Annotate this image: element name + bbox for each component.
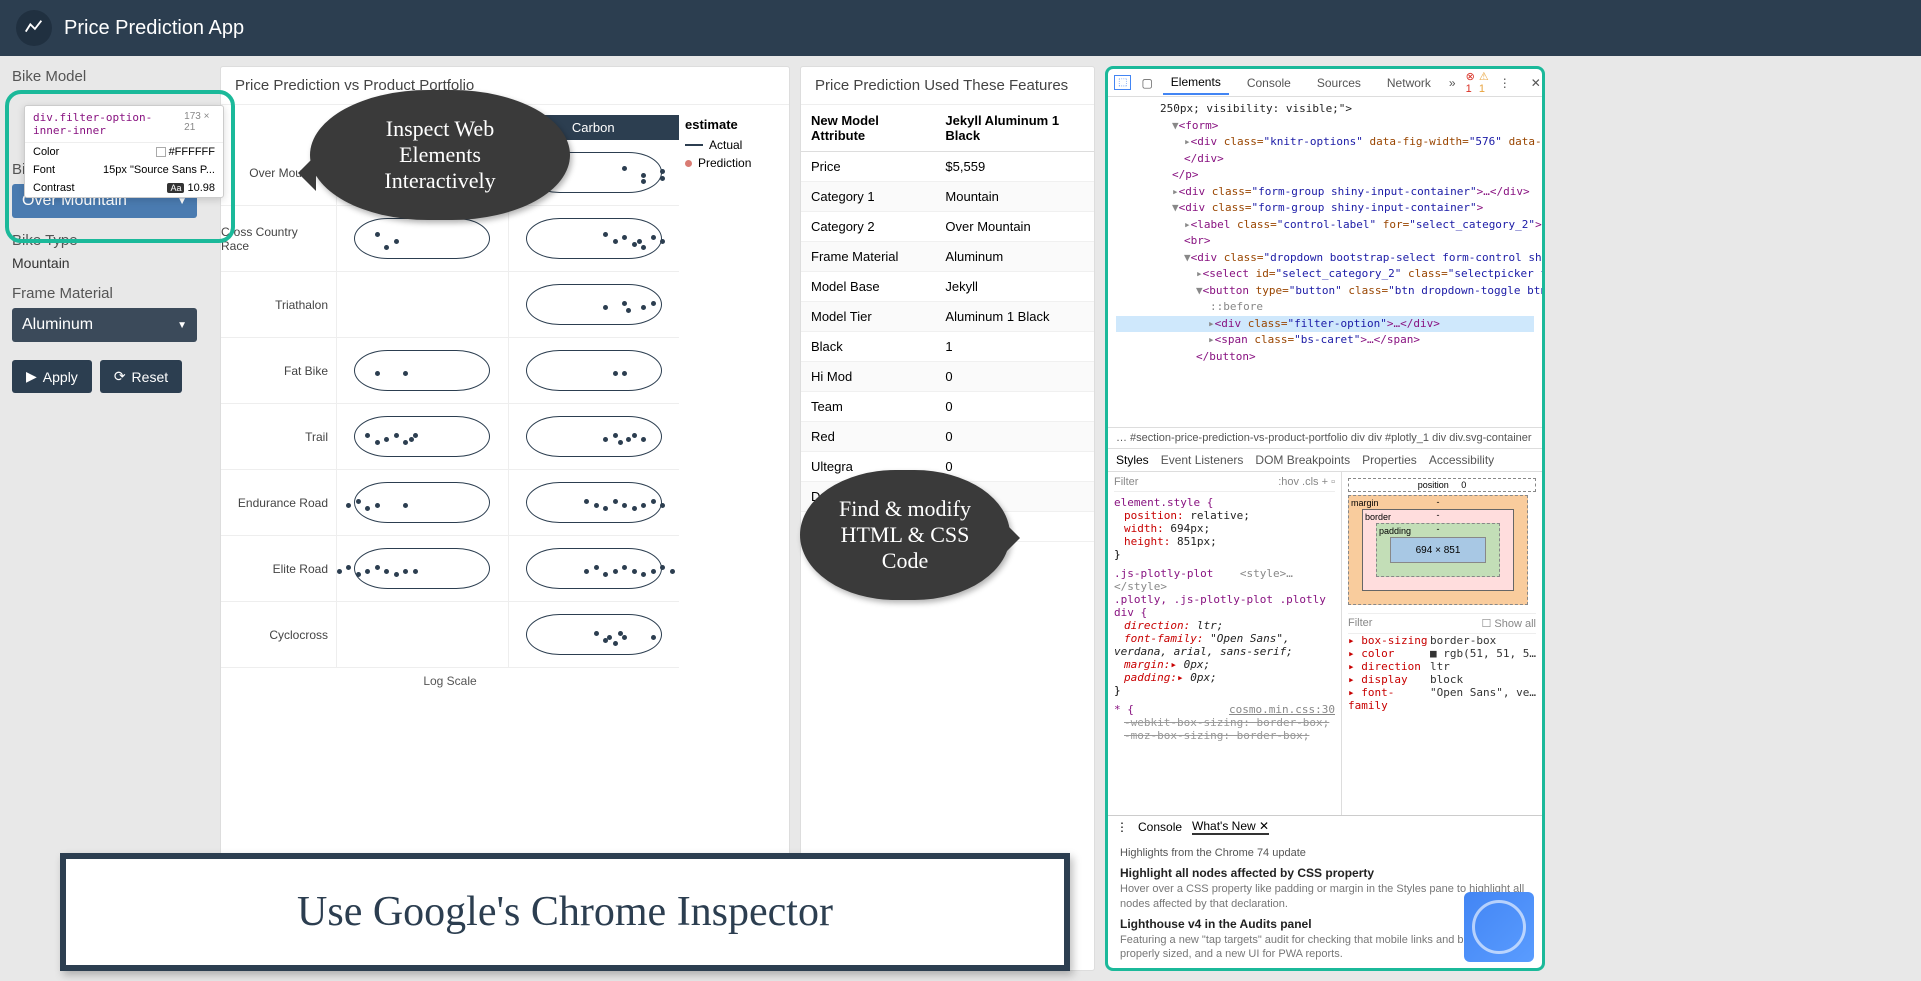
- x-axis-label: Log Scale: [221, 668, 679, 694]
- tab-elements[interactable]: Elements: [1163, 71, 1229, 95]
- table-row: Category 2Over Mountain: [801, 212, 1094, 242]
- chart-legend: estimate Actual Prediction: [679, 105, 789, 970]
- subtab-properties[interactable]: Properties: [1362, 453, 1417, 467]
- table-row: Team0: [801, 392, 1094, 422]
- box-model: margin- border- padding- 694 × 851: [1348, 495, 1528, 605]
- tab-sources[interactable]: Sources: [1309, 72, 1369, 94]
- table-row: Price$5,559: [801, 152, 1094, 182]
- chart-row-label: Elite Road: [221, 536, 336, 601]
- annotation-bubble-modify: Find & modify HTML & CSS Code: [800, 470, 1010, 600]
- whats-new-panel: Highlights from the Chrome 74 update Hig…: [1108, 838, 1542, 968]
- value-bike-type: Mountain: [12, 255, 198, 271]
- subtab-dom-breakpoints[interactable]: DOM Breakpoints: [1255, 453, 1350, 467]
- annotation-bubble-inspect: Inspect Web Elements Interactively: [310, 90, 570, 220]
- devtools-dom-tree[interactable]: 250px; visibility: visible;"> ▼<form> ▸<…: [1108, 97, 1542, 427]
- warning-badge[interactable]: ⚠ 1: [1479, 70, 1489, 95]
- label-bike-type: Bike Type: [12, 232, 198, 249]
- devtools-breadcrumbs[interactable]: … #section-price-prediction-vs-product-p…: [1108, 427, 1542, 449]
- annotation-banner: Use Google's Chrome Inspector: [60, 853, 1070, 971]
- subtab-event-listeners[interactable]: Event Listeners: [1161, 453, 1244, 467]
- devtools-close-icon[interactable]: ✕: [1527, 76, 1545, 90]
- label-bike-model: Bike Model: [12, 68, 198, 85]
- chart-row-label: Endurance Road: [221, 470, 336, 535]
- chart-row-label: Cyclocross: [221, 602, 336, 667]
- features-title: Price Prediction Used These Features: [801, 67, 1094, 105]
- table-row: Frame MaterialAluminum: [801, 242, 1094, 272]
- tab-console[interactable]: Console: [1239, 72, 1299, 94]
- caret-icon: ▼: [177, 320, 187, 331]
- app-header: Price Prediction App: [0, 0, 1921, 56]
- label-frame-material: Frame Material: [12, 285, 198, 302]
- app-title: Price Prediction App: [64, 17, 244, 40]
- reset-button[interactable]: ⟳ Reset: [100, 360, 182, 393]
- dropdown-frame-material[interactable]: Aluminum ▼: [12, 308, 197, 342]
- inspect-tooltip: div.filter-option-inner-inner173 × 21 Co…: [24, 105, 224, 198]
- devtools-subtabs: Styles Event Listeners DOM Breakpoints P…: [1108, 449, 1542, 472]
- apply-button[interactable]: ▶ Apply: [12, 360, 92, 393]
- styles-pane[interactable]: Filter:hov .cls + ▫ element.style { posi…: [1108, 472, 1342, 815]
- computed-pane[interactable]: position 0 margin- border- padding- 694 …: [1342, 472, 1542, 815]
- devtools-menu-icon[interactable]: ⋮: [1499, 76, 1511, 90]
- device-icon[interactable]: ▢: [1141, 76, 1152, 90]
- subtab-accessibility[interactable]: Accessibility: [1429, 453, 1494, 467]
- error-badge[interactable]: ⊗ 1: [1466, 70, 1475, 95]
- features-th-model: Jekyll Aluminum 1 Black: [935, 105, 1094, 152]
- table-row: Black1: [801, 332, 1094, 362]
- devtools-toolbar: ⬚ ▢ Elements Console Sources Network » ⊗…: [1108, 69, 1542, 97]
- table-row: Category 1Mountain: [801, 182, 1094, 212]
- whats-new-icon: [1464, 892, 1534, 962]
- chart-row-label: Cross Country Race: [221, 206, 336, 271]
- subtab-styles[interactable]: Styles: [1116, 453, 1149, 467]
- chart-row-label: Triathalon: [221, 272, 336, 337]
- features-th-attribute: New Model Attribute: [801, 105, 935, 152]
- more-tabs-icon[interactable]: »: [1449, 76, 1456, 90]
- dropdown-frame-material-value: Aluminum: [22, 316, 93, 334]
- table-row: Hi Mod0: [801, 362, 1094, 392]
- devtools-panel: ⬚ ▢ Elements Console Sources Network » ⊗…: [1105, 66, 1545, 971]
- table-row: Model BaseJekyll: [801, 272, 1094, 302]
- inspect-icon[interactable]: ⬚: [1114, 75, 1131, 90]
- app-logo-icon: [16, 10, 52, 46]
- table-row: Model TierAluminum 1 Black: [801, 302, 1094, 332]
- chart-row-label: Trail: [221, 404, 336, 469]
- table-row: Red0: [801, 422, 1094, 452]
- chart-plot[interactable]: Aluminum Carbon Over MountainCross Count…: [221, 105, 679, 970]
- console-drawer-bar[interactable]: ⋮ Console What's New ✕: [1108, 815, 1542, 838]
- tab-network[interactable]: Network: [1379, 72, 1439, 94]
- chart-row-label: Fat Bike: [221, 338, 336, 403]
